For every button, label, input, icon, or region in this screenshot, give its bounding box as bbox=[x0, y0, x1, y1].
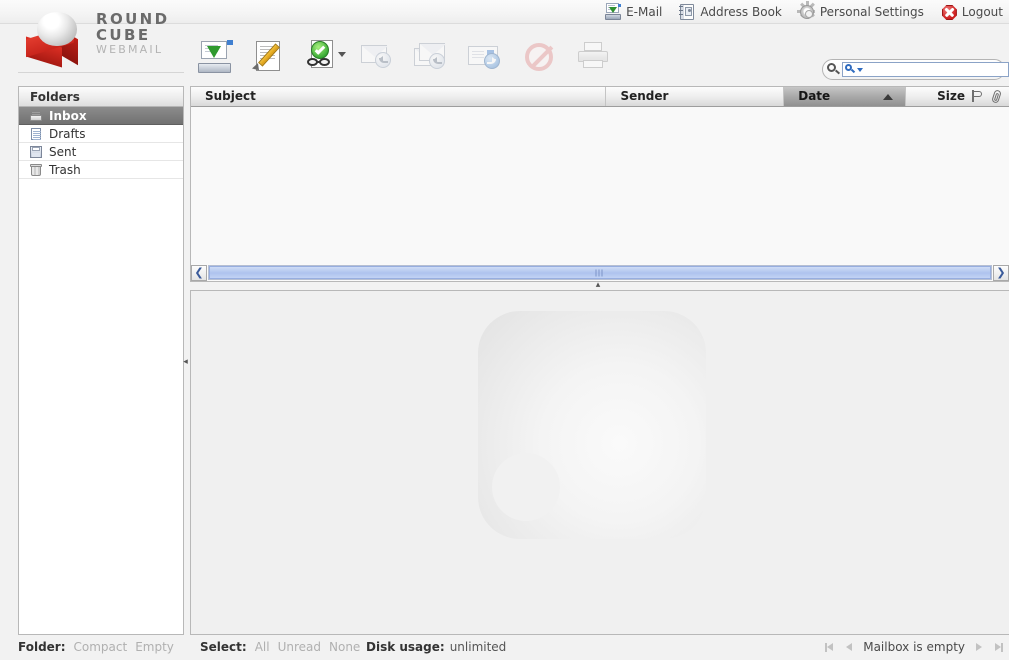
disk-usage-value: unlimited bbox=[449, 640, 507, 654]
column-header-sender[interactable]: Sender bbox=[606, 87, 785, 106]
task-email[interactable]: E-Mail bbox=[602, 2, 664, 22]
sidebar-item-sent[interactable]: Sent bbox=[19, 143, 183, 161]
reply-all-button[interactable] bbox=[411, 38, 451, 76]
folders-panel: Folders Inbox Drafts Sent Trash bbox=[18, 86, 184, 635]
task-email-label: E-Mail bbox=[626, 5, 663, 19]
logo-line-3: WEBMAIL bbox=[96, 43, 164, 56]
column-header-date[interactable]: Date bbox=[784, 87, 907, 106]
pagination-controls: Mailbox is empty bbox=[825, 640, 1003, 654]
status-bar: Folder: Compact Empty Select: All Unread… bbox=[0, 640, 1009, 660]
disk-usage: Disk usage: unlimited bbox=[366, 640, 506, 654]
message-list-panel: Subject Sender Date Size bbox=[190, 86, 1009, 281]
folder-actions: Folder: Compact Empty bbox=[18, 640, 174, 654]
reply-button[interactable] bbox=[357, 38, 397, 76]
chevron-right-icon: ❯ bbox=[996, 266, 1006, 279]
message-list-header: Subject Sender Date Size bbox=[191, 87, 1009, 107]
sent-icon bbox=[29, 145, 43, 159]
compact-folder-button[interactable]: Compact bbox=[74, 640, 128, 654]
task-personal-settings[interactable]: Personal Settings bbox=[796, 1, 926, 22]
folder-actions-label: Folder: bbox=[18, 640, 66, 654]
address-book-icon bbox=[678, 3, 696, 21]
scrollbar-track[interactable] bbox=[208, 265, 992, 280]
next-page-button[interactable] bbox=[973, 642, 984, 653]
task-navigation: E-Mail Address Book Personal Settings Lo… bbox=[602, 1, 1005, 22]
drafts-icon bbox=[29, 127, 43, 141]
search-icon bbox=[827, 63, 841, 76]
attachment-icon[interactable] bbox=[990, 88, 1003, 104]
search-input-wrapper[interactable] bbox=[842, 62, 1009, 77]
logo-text: ROUND CUBE WEBMAIL bbox=[96, 12, 170, 57]
logo-line-1: ROUND bbox=[96, 10, 170, 28]
select-unread-button[interactable]: Unread bbox=[278, 640, 321, 654]
forward-button[interactable] bbox=[465, 38, 505, 76]
compose-button[interactable] bbox=[249, 38, 289, 76]
email-icon bbox=[604, 3, 622, 21]
previous-page-button[interactable] bbox=[844, 642, 855, 653]
print-button[interactable] bbox=[573, 38, 613, 76]
roundcube-watermark-icon bbox=[478, 311, 706, 539]
roundcube-logo-icon bbox=[24, 10, 92, 68]
column-label: Date bbox=[798, 89, 831, 103]
grip-icon bbox=[595, 269, 605, 276]
message-preview-pane[interactable] bbox=[190, 290, 1009, 635]
app-logo[interactable]: ROUND CUBE WEBMAIL bbox=[18, 8, 183, 68]
select-actions-label: Select: bbox=[200, 640, 247, 654]
logo-divider bbox=[18, 72, 184, 73]
empty-folder-button[interactable]: Empty bbox=[135, 640, 174, 654]
inbox-icon bbox=[29, 109, 43, 123]
logout-icon bbox=[940, 3, 958, 21]
chevron-left-icon: ❮ bbox=[194, 266, 204, 279]
delete-button[interactable] bbox=[519, 38, 559, 76]
task-address-book-label: Address Book bbox=[700, 5, 782, 19]
select-all-button[interactable]: All bbox=[255, 640, 270, 654]
column-label: Subject bbox=[205, 89, 256, 103]
column-header-size[interactable]: Size bbox=[906, 87, 1009, 106]
column-label: Sender bbox=[620, 89, 669, 103]
search-scope-icon[interactable] bbox=[845, 64, 856, 75]
sidebar-item-drafts[interactable]: Drafts bbox=[19, 125, 183, 143]
task-settings-label: Personal Settings bbox=[819, 5, 924, 19]
trash-icon bbox=[29, 163, 43, 177]
sort-ascending-icon bbox=[883, 93, 894, 100]
scroll-right-button[interactable]: ❯ bbox=[993, 264, 1009, 281]
folder-label: Drafts bbox=[49, 126, 86, 141]
sidebar-item-trash[interactable]: Trash bbox=[19, 161, 183, 179]
check-mail-button[interactable] bbox=[195, 38, 235, 76]
search-box[interactable] bbox=[822, 59, 1009, 80]
vertical-splitter-handle[interactable]: ◂ bbox=[182, 356, 189, 368]
print-icon bbox=[584, 42, 602, 51]
select-none-button[interactable]: None bbox=[329, 640, 360, 654]
flag-icon[interactable] bbox=[971, 90, 984, 103]
gear-icon bbox=[796, 1, 816, 21]
message-toolbar bbox=[195, 38, 613, 76]
search-input[interactable] bbox=[863, 63, 1008, 76]
disk-usage-label: Disk usage: bbox=[366, 640, 445, 654]
task-address-book[interactable]: Address Book bbox=[676, 2, 783, 22]
first-page-button[interactable] bbox=[825, 642, 836, 653]
last-page-button[interactable] bbox=[992, 642, 1003, 653]
folder-label: Inbox bbox=[49, 108, 87, 123]
folder-list: Inbox Drafts Sent Trash bbox=[19, 107, 183, 179]
scroll-left-button[interactable]: ❮ bbox=[191, 264, 207, 281]
horizontal-splitter-handle[interactable]: ▴ bbox=[592, 281, 604, 290]
task-logout[interactable]: Logout bbox=[938, 2, 1005, 22]
message-list-body[interactable] bbox=[191, 107, 1009, 260]
logo-line-2: CUBE bbox=[96, 26, 151, 44]
column-label: Size bbox=[937, 89, 965, 103]
folder-label: Sent bbox=[49, 144, 77, 159]
column-header-subject[interactable]: Subject bbox=[191, 87, 607, 106]
mark-message-button[interactable] bbox=[303, 38, 346, 76]
select-actions: Select: All Unread None bbox=[200, 640, 360, 654]
task-logout-label: Logout bbox=[961, 5, 1003, 19]
folders-title: Folders bbox=[19, 87, 183, 107]
sidebar-item-inbox[interactable]: Inbox bbox=[19, 107, 183, 125]
folder-label: Trash bbox=[49, 162, 81, 177]
mailbox-status: Mailbox is empty bbox=[863, 640, 965, 654]
chevron-down-icon[interactable] bbox=[338, 52, 346, 57]
scrollbar-thumb[interactable] bbox=[209, 266, 991, 279]
roundcube-app: E-Mail Address Book Personal Settings Lo… bbox=[0, 0, 1009, 660]
